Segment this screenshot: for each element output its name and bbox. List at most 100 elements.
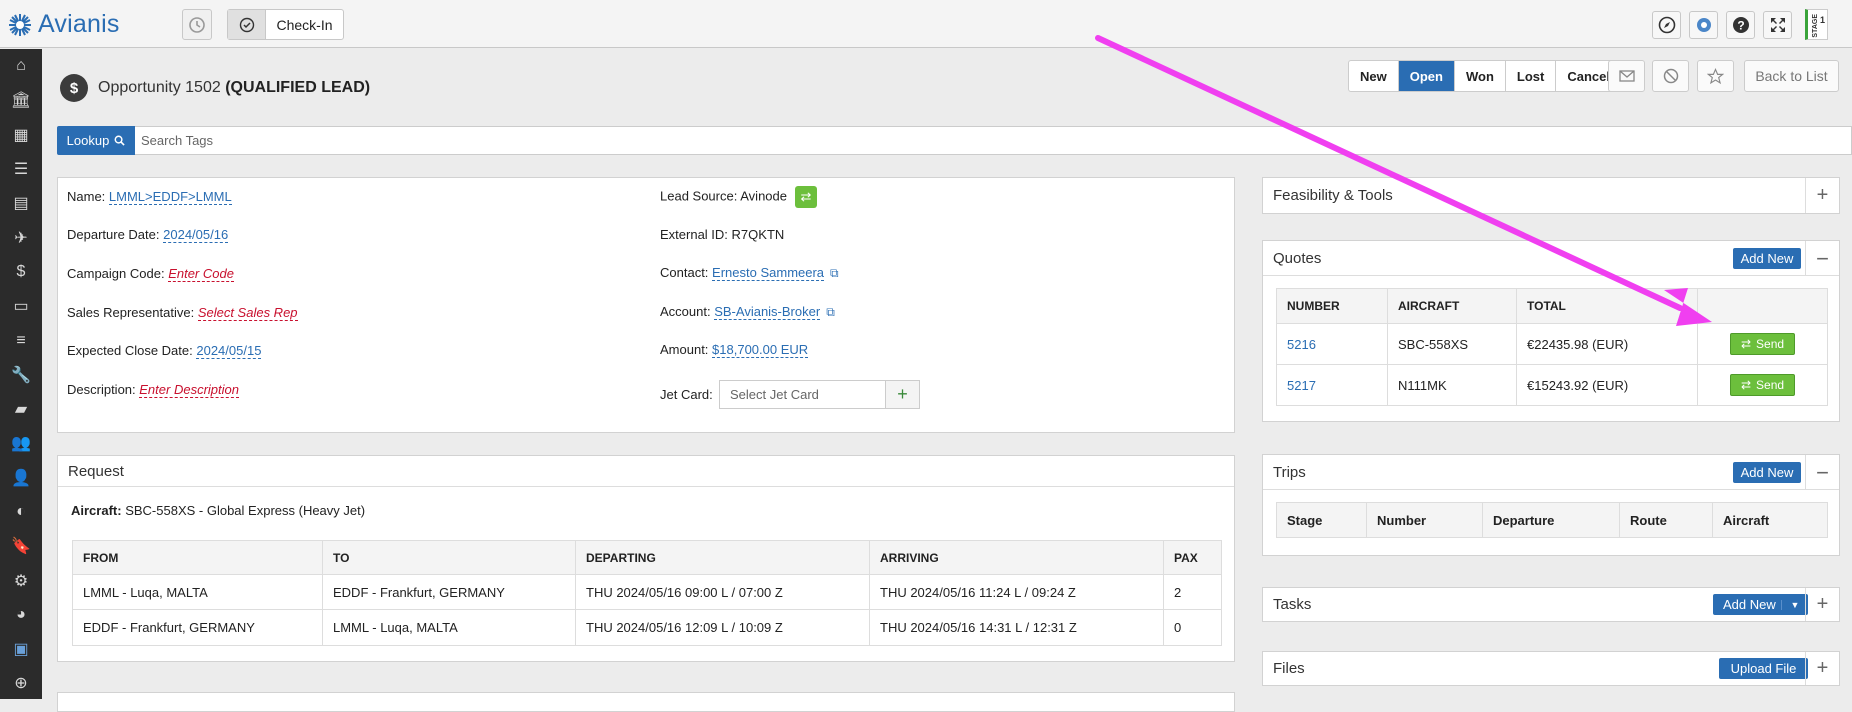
compass-button[interactable] [1652, 11, 1681, 39]
col-to: TO [322, 540, 576, 575]
departure-date-value[interactable]: 2024/05/16 [163, 227, 229, 243]
leg-to: EDDF - Frankfurt, GERMANY [322, 574, 576, 610]
ban-icon [1663, 68, 1678, 84]
compass-icon [1658, 16, 1675, 34]
list-icon[interactable]: ≡ [0, 323, 42, 357]
lead-source-label: Lead Source: [660, 188, 738, 204]
status-new-button[interactable]: New [1349, 61, 1399, 91]
col-total: TOTAL [1516, 288, 1698, 324]
campaign-code-label: Campaign Code: [67, 266, 165, 281]
add-trip-button[interactable]: Add New [1733, 462, 1801, 483]
fullscreen-button[interactable] [1763, 11, 1792, 39]
document-dollar-icon[interactable]: ▤ [0, 186, 42, 220]
quote-aircraft: N111MK [1387, 364, 1517, 406]
plane-icon[interactable]: ✈ [0, 220, 42, 254]
status-lost-button[interactable]: Lost [1506, 61, 1557, 91]
search-tags-input[interactable]: Search Tags [135, 126, 1852, 155]
collapse-quotes-button[interactable]: − [1805, 241, 1839, 276]
leg-departing: THU 2024/05/16 12:09 L / 10:09 Z [575, 609, 870, 646]
account-field: Account: SB-Avianis-Broker ⧉ [660, 304, 835, 320]
leg-from: LMML - Luqa, MALTA [72, 574, 323, 610]
sales-rep-value[interactable]: Select Sales Rep [197, 305, 298, 321]
avianis-button[interactable] [1689, 11, 1718, 39]
dollar-icon[interactable]: $ [0, 255, 42, 289]
app-name: Avianis [38, 10, 120, 38]
amount-label: Amount: [660, 342, 709, 357]
lookup-button[interactable]: Lookup [57, 126, 135, 155]
stage-badge[interactable]: STAGE 1 [1805, 9, 1828, 40]
sales-rep-field: Sales Representative: Select Sales Rep [67, 305, 298, 321]
col-from: FROM [72, 540, 323, 575]
trips-panel: Trips Add New − Stage Number Departure R… [1262, 454, 1840, 556]
close-date-value[interactable]: 2024/05/15 [196, 343, 262, 359]
tasks-panel: Tasks Add New ▼ + [1262, 587, 1840, 622]
home-icon[interactable]: ⌂ [0, 49, 42, 83]
name-label: Name: [67, 189, 106, 204]
dashboard-icon[interactable]: ◐ [0, 495, 42, 529]
calendar-icon[interactable]: ▦ [0, 118, 42, 152]
campaign-code-value[interactable]: Enter Code [168, 266, 234, 282]
add-quote-button[interactable]: Add New [1733, 248, 1801, 269]
quotes-table: NUMBER AIRCRAFT TOTAL 5216 SBC-558XS €22… [1276, 288, 1828, 406]
expand-tasks-button[interactable]: + [1805, 588, 1839, 621]
request-panel: Request Aircraft: SBC-558XS - Global Exp… [57, 455, 1235, 662]
jet-card-select[interactable]: Select Jet Card [719, 380, 886, 409]
quote-number-link[interactable]: 5217 [1287, 378, 1316, 393]
favorite-button[interactable] [1697, 60, 1734, 92]
avinode-link-icon[interactable]: ⇄ [795, 186, 817, 208]
col-aircraft: Aircraft [1712, 502, 1828, 538]
avianis-logo[interactable]: Avianis [8, 10, 120, 39]
history-button[interactable] [182, 9, 212, 40]
name-value[interactable]: LMML>EDDF>LMML [108, 189, 232, 205]
users-icon[interactable]: 👥 [0, 426, 42, 460]
wrench-icon[interactable]: 🔧 [0, 358, 42, 392]
request-title: Request [58, 456, 1234, 487]
pie-chart-icon[interactable]: ◕ [0, 598, 42, 632]
contact-value[interactable]: Ernesto Sammeera [712, 265, 825, 281]
leg-arriving: THU 2024/05/16 11:24 L / 09:24 Z [869, 574, 1164, 610]
caret-down-icon[interactable]: ▼ [1781, 599, 1808, 610]
folder-icon[interactable]: ▰ [0, 392, 42, 426]
help-button[interactable]: ? [1726, 11, 1755, 39]
amount-value[interactable]: $18,700.00 EUR [712, 342, 809, 358]
external-link-icon[interactable]: ⧉ [826, 305, 835, 319]
upload-file-button[interactable]: Upload File [1719, 658, 1808, 679]
close-date-label: Expected Close Date: [67, 343, 193, 358]
account-label: Account: [660, 304, 711, 319]
bank-icon[interactable]: 🏛 [0, 83, 42, 117]
table-row: 5217 N111MK €15243.92 (EUR) ⇄ Send [1276, 364, 1828, 406]
send-quote-button[interactable]: ⇄ Send [1729, 333, 1796, 355]
account-value[interactable]: SB-Avianis-Broker [714, 304, 821, 320]
email-button[interactable] [1608, 60, 1645, 92]
svg-text:?: ? [1737, 19, 1744, 33]
stage-number: 1 [1820, 15, 1826, 25]
block-button[interactable] [1652, 60, 1689, 92]
map-icon[interactable]: ▣ [0, 632, 42, 666]
quote-total: €22435.98 (EUR) [1516, 323, 1698, 365]
status-open-button[interactable]: Open [1398, 61, 1455, 91]
quote-number-link[interactable]: 5216 [1287, 337, 1316, 352]
expand-files-button[interactable]: + [1805, 652, 1839, 685]
expand-feasibility-button[interactable]: + [1805, 178, 1839, 213]
send-quote-button[interactable]: ⇄ Send [1729, 374, 1796, 396]
collapse-trips-button[interactable]: − [1805, 455, 1839, 490]
user-icon[interactable]: 👤 [0, 461, 42, 495]
server-icon[interactable]: ☰ [0, 152, 42, 186]
table-row: EDDF - Frankfurt, GERMANY LMML - Luqa, M… [72, 609, 1222, 646]
external-id-label: External ID: [660, 227, 728, 242]
feasibility-title: Feasibility & Tools [1273, 187, 1393, 204]
external-link-icon[interactable]: ⧉ [830, 266, 839, 280]
add-task-button[interactable]: Add New ▼ [1713, 594, 1808, 615]
top-bar: Avianis Check-In ? STAGE 1 [0, 0, 1852, 48]
bookmark-icon[interactable]: 🔖 [0, 529, 42, 563]
settings-icon[interactable]: ⚙ [0, 563, 42, 597]
back-to-list-button[interactable]: Back to List [1744, 60, 1839, 92]
send-label: Send [1756, 378, 1785, 392]
status-button-group: New Open Won Lost Cancel [1348, 60, 1622, 92]
credit-card-icon[interactable]: ▭ [0, 289, 42, 323]
crosshair-icon[interactable]: ⊕ [0, 666, 42, 700]
check-in-button[interactable]: Check-In [227, 9, 344, 40]
description-value[interactable]: Enter Description [139, 382, 239, 398]
status-won-button[interactable]: Won [1455, 61, 1506, 91]
add-jet-card-button[interactable]: + [885, 380, 920, 409]
